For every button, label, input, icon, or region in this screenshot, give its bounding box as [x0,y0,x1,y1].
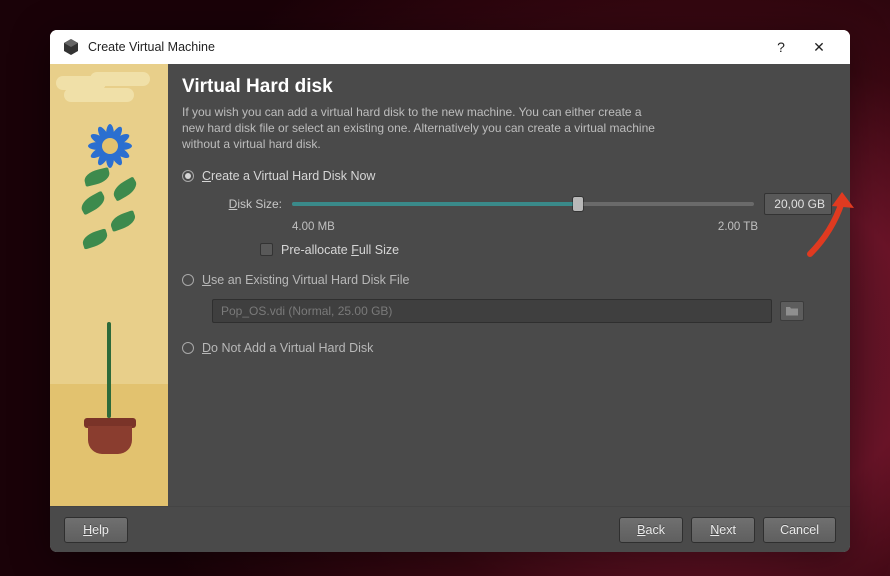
help-button-footer[interactable]: Help [64,517,128,543]
help-icon: ? [777,39,785,55]
existing-file-row: Pop_OS.vdi (Normal, 25.00 GB) [212,299,832,323]
help-button[interactable]: ? [762,30,800,64]
close-icon: ✕ [813,39,825,56]
disk-size-input[interactable]: 20,00 GB [764,193,832,215]
dialog-window: Create Virtual Machine ? ✕ [50,30,850,552]
radio-existing-label: Use an Existing Virtual Hard Disk File [202,273,410,287]
disk-size-row: Disk Size: 20,00 GB [212,193,832,215]
disk-size-min: 4.00 MB [292,221,335,233]
radio-create-now[interactable]: Create a Virtual Hard Disk Now [182,165,832,187]
back-button[interactable]: Back [619,517,683,543]
sidebar-illustration [50,64,168,506]
window-title: Create Virtual Machine [88,40,762,54]
preallocate-row[interactable]: Pre-allocate Full Size [260,243,832,257]
page-intro: If you wish you can add a virtual hard d… [182,104,662,153]
slider-thumb[interactable] [573,197,583,211]
page-heading: Virtual Hard disk [182,76,832,98]
radio-use-existing[interactable]: Use an Existing Virtual Hard Disk File [182,269,832,291]
disk-size-slider[interactable] [292,196,754,212]
radio-do-not-add[interactable]: Do Not Add a Virtual Hard Disk [182,337,832,359]
content-area: Virtual Hard disk If you wish you can ad… [50,64,850,552]
dialog-footer: Help Back Next Cancel [50,506,850,552]
existing-file-combo: Pop_OS.vdi (Normal, 25.00 GB) [212,299,772,323]
radio-create-label: Create a Virtual Hard Disk Now [202,169,375,183]
main-panel: Virtual Hard disk If you wish you can ad… [168,64,850,506]
radio-icon [182,274,194,286]
radio-icon [182,170,194,182]
checkbox-icon [260,243,273,256]
titlebar: Create Virtual Machine ? ✕ [50,30,850,64]
content-split: Virtual Hard disk If you wish you can ad… [50,64,850,506]
folder-icon [785,305,799,317]
close-button[interactable]: ✕ [800,30,838,64]
preallocate-label: Pre-allocate Full Size [281,243,399,257]
radio-dont-add-label: Do Not Add a Virtual Hard Disk [202,341,373,355]
disk-size-max: 2.00 TB [718,221,758,233]
next-button[interactable]: Next [691,517,755,543]
disk-size-range: 4.00 MB 2.00 TB [292,221,832,233]
clouds-decor [54,70,164,110]
create-now-options: Disk Size: 20,00 GB 4.00 MB 2.00 TB [182,193,832,257]
desktop-background: Create Virtual Machine ? ✕ [0,0,890,576]
radio-icon [182,342,194,354]
cancel-button[interactable]: Cancel [763,517,836,543]
browse-file-button [780,301,804,321]
disk-size-label: Disk Size: [212,197,282,211]
app-icon [62,38,80,56]
flower-decor [90,126,130,166]
